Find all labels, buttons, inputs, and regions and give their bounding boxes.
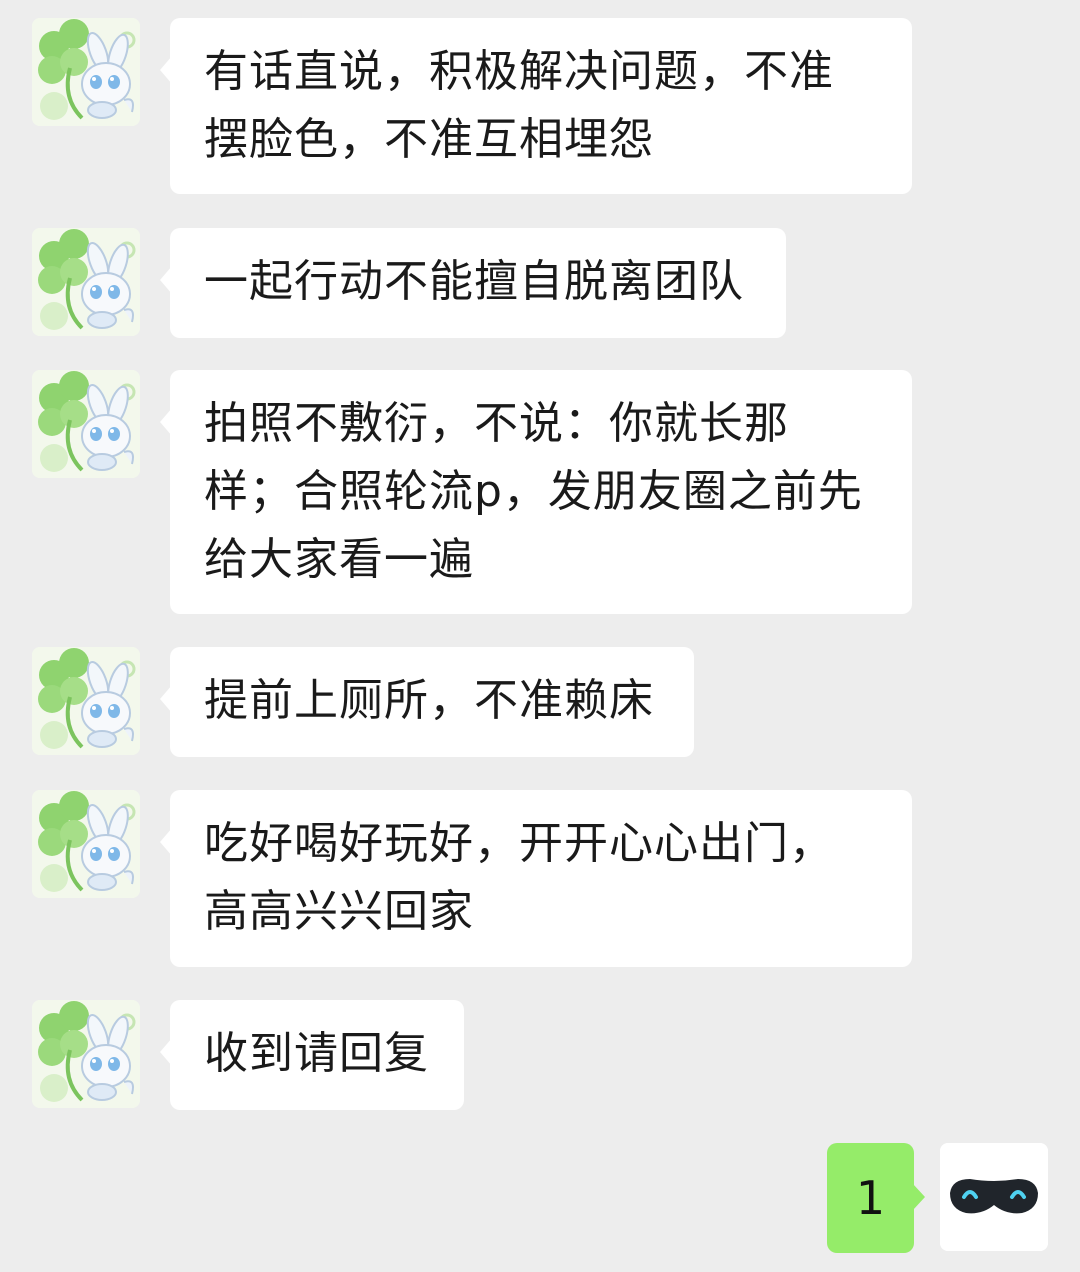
message-text: 一起行动不能擅自脱离团队 (204, 256, 744, 307)
sleep-mask-avatar-icon[interactable] (940, 1143, 1048, 1251)
clover-bunny-avatar-icon[interactable] (32, 647, 140, 755)
outgoing-message-text: 1 (855, 1171, 886, 1225)
outgoing-message-row: 1 (0, 1140, 1080, 1254)
message-text: 吃好喝好玩好，开开心心出门，高高兴兴回家 (204, 818, 834, 937)
message-text: 收到请回复 (204, 1028, 429, 1079)
clover-bunny-avatar-icon[interactable] (32, 18, 140, 126)
message-bubble[interactable]: 一起行动不能擅自脱离团队 (170, 228, 786, 338)
chat-area[interactable]: 有话直说，积极解决问题，不准摆脸色，不准互相埋怨 一起行动不能擅自脱离团队 拍照… (0, 0, 1080, 1272)
clover-bunny-avatar-icon[interactable] (32, 370, 140, 478)
clover-bunny-avatar-icon[interactable] (32, 1000, 140, 1108)
clover-bunny-avatar-icon[interactable] (32, 790, 140, 898)
message-bubble[interactable]: 拍照不敷衍，不说：你就长那样；合照轮流p，发朋友圈之前先给大家看一遍 (170, 370, 912, 614)
message-text: 有话直说，积极解决问题，不准摆脸色，不准互相埋怨 (204, 46, 834, 165)
message-text: 提前上厕所，不准赖床 (204, 675, 654, 726)
message-text: 拍照不敷衍，不说：你就长那样；合照轮流p，发朋友圈之前先给大家看一遍 (204, 398, 863, 585)
message-bubble[interactable]: 吃好喝好玩好，开开心心出门，高高兴兴回家 (170, 790, 912, 967)
outgoing-bubble-tail (913, 1184, 925, 1210)
message-bubble[interactable]: 收到请回复 (170, 1000, 464, 1110)
clover-bunny-avatar-icon[interactable] (32, 228, 140, 336)
message-bubble[interactable]: 提前上厕所，不准赖床 (170, 647, 694, 757)
outgoing-message-bubble[interactable]: 1 (827, 1143, 914, 1253)
message-bubble[interactable]: 有话直说，积极解决问题，不准摆脸色，不准互相埋怨 (170, 18, 912, 194)
